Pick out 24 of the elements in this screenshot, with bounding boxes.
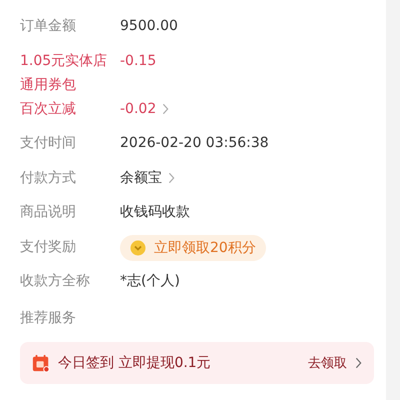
row-value: 2026-02-20 03:56:38 (120, 134, 269, 153)
discount-amount: -0.15 (120, 52, 156, 70)
row-label: 支付时间 (20, 134, 77, 153)
chevron-icon[interactable] (168, 172, 175, 184)
row-label: 收款方全称 (20, 272, 91, 291)
row-label: 付款方式 (20, 168, 77, 188)
section-title: 推荐服务 (20, 308, 77, 328)
promo-banner[interactable]: 今日签到 立即提现0.1元 去领取 (20, 342, 374, 384)
claim-link[interactable]: 去领取 (308, 354, 347, 372)
chevron-icon[interactable] (162, 102, 170, 114)
promo-text: 今日签到 立即提现0.1元 (58, 354, 212, 372)
row-label: 支付奖励 (20, 238, 77, 256)
row-label: 百次立减 (20, 100, 77, 118)
row-label: 商品说明 (20, 203, 77, 222)
row-label: 订单金额 (20, 17, 77, 36)
row-value: 收钱码收款 (120, 203, 190, 222)
row-label: 1.05元实体店通用券包 (20, 52, 108, 94)
chevron-icon (355, 356, 362, 368)
coin-icon (130, 240, 146, 256)
row-value: 余额宝 (120, 168, 162, 188)
discount-amount: -0.02 (120, 100, 156, 118)
row-value: *志(个人) (120, 272, 180, 291)
row-value: 9500.00 (120, 17, 178, 36)
calendar-icon (32, 354, 50, 372)
